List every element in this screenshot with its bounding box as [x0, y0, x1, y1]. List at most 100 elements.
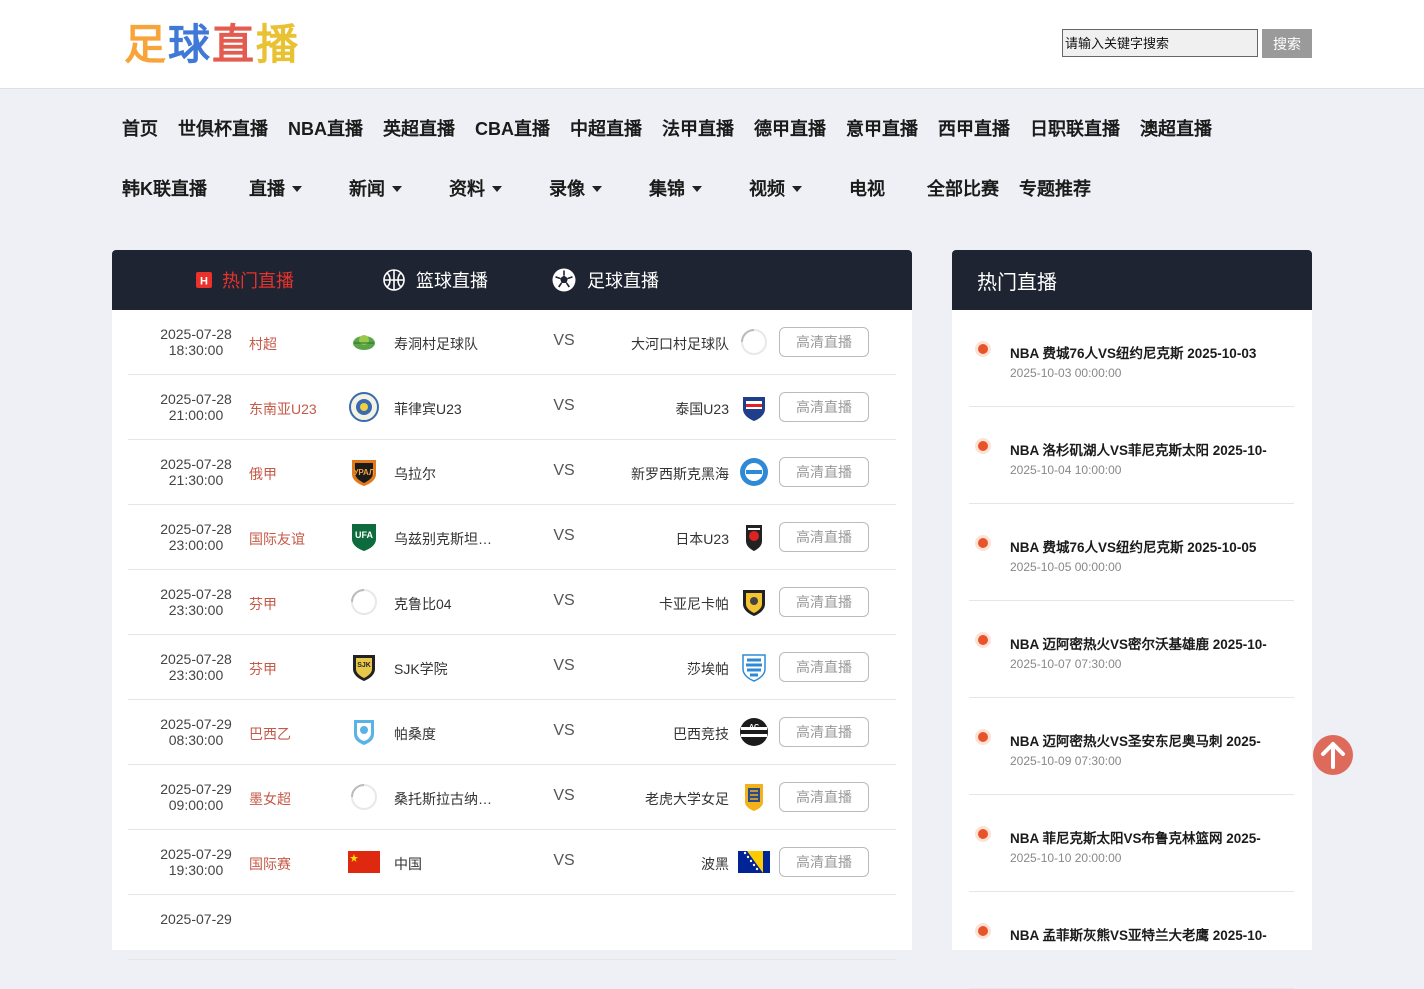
- league-link[interactable]: 东南亚U23: [249, 399, 317, 419]
- caret-down-icon: [592, 186, 602, 192]
- league-link[interactable]: 国际赛: [249, 854, 291, 874]
- nav-label: 专题推荐: [1019, 179, 1091, 199]
- match-time: 09:00:00: [168, 797, 224, 813]
- nav-link[interactable]: 澳超直播: [1140, 115, 1212, 141]
- vs-label: VS: [553, 527, 575, 544]
- match-time: 21:30:00: [168, 472, 224, 488]
- tab-hot-live[interactable]: H 热门直播: [196, 250, 294, 310]
- nav-link[interactable]: 英超直播: [383, 115, 455, 141]
- match-datetime: 2025-07-28 21:30:00: [128, 456, 264, 488]
- hot-live-item[interactable]: NBA 孟菲斯灰熊VS亚特兰大老鹰 2025-10-: [969, 892, 1294, 989]
- hd-live-button[interactable]: 高清直播: [779, 847, 869, 877]
- vs-label: VS: [553, 852, 575, 869]
- match-date: 2025-07-29: [160, 716, 232, 732]
- tab-football[interactable]: 足球直播: [551, 250, 659, 310]
- search-input[interactable]: [1062, 29, 1258, 57]
- nav-link[interactable]: 首页: [122, 115, 158, 141]
- nav-label: 资料: [449, 179, 485, 199]
- nav-dropdown[interactable]: 新闻: [349, 175, 449, 201]
- match-date: 2025-07-29: [160, 846, 232, 862]
- hot-live-title: NBA 菲尼克斯太阳VS布鲁克林篮网 2025-: [1010, 831, 1261, 846]
- caret-down-icon: [292, 186, 302, 192]
- nav-link[interactable]: 韩K联直播: [122, 175, 249, 201]
- nav-label: 录像: [549, 179, 585, 199]
- nav-label: 全部比赛: [927, 179, 999, 199]
- match-date: 2025-07-28: [160, 651, 232, 667]
- match-tabs: H 热门直播 篮球直播 足球直播: [112, 250, 912, 310]
- match-row: 2025-07-29: [128, 895, 896, 960]
- match-row: 2025-07-29 08:30:00 巴西乙 帕桑度 VS 巴西竞技 AC 高清直播: [128, 700, 896, 765]
- league-link[interactable]: 芬甲: [249, 659, 277, 679]
- nav-dropdown[interactable]: 录像: [549, 175, 649, 201]
- nav-link[interactable]: 中超直播: [570, 115, 642, 141]
- nav-dropdown[interactable]: 视频: [749, 175, 849, 201]
- nav-link[interactable]: NBA直播: [288, 115, 363, 141]
- home-team-name: 桑托斯拉古纳女足: [394, 791, 494, 807]
- home-team-name: 菲律宾U23: [394, 401, 462, 417]
- league-link[interactable]: 村超: [249, 334, 277, 354]
- hd-live-button[interactable]: 高清直播: [779, 392, 869, 422]
- hot-live-item[interactable]: NBA 洛杉矶湖人VS菲尼克斯太阳 2025-10- 2025-10-04 10:…: [969, 407, 1294, 504]
- hot-live-item[interactable]: NBA 费城76人VS纽约尼克斯 2025-10-05 2025-10-05 00…: [969, 504, 1294, 601]
- match-date: 2025-07-29: [160, 781, 232, 797]
- nav-link[interactable]: 电视: [849, 175, 927, 201]
- home-team-logo: [348, 586, 380, 618]
- hd-live-button[interactable]: 高清直播: [779, 652, 869, 682]
- nav-link[interactable]: CBA直播: [475, 115, 550, 141]
- match-row: 2025-07-28 23:00:00 国际友谊 UFA 乌兹别克斯坦U23 VS 日本U2…: [128, 505, 896, 570]
- hd-live-button[interactable]: 高清直播: [779, 782, 869, 812]
- tab-label: 篮球直播: [416, 271, 488, 291]
- match-date: 2025-07-28: [160, 521, 232, 537]
- league-link[interactable]: 墨女超: [249, 789, 291, 809]
- hd-live-button[interactable]: 高清直播: [779, 587, 869, 617]
- hd-live-button[interactable]: 高清直播: [779, 457, 869, 487]
- league-link[interactable]: 巴西乙: [249, 724, 291, 744]
- hot-live-title: NBA 迈阿密热火VS圣安东尼奥马刺 2025-: [1010, 734, 1261, 749]
- hd-live-button[interactable]: 高清直播: [779, 717, 869, 747]
- nav-link[interactable]: 世俱杯直播: [178, 115, 268, 141]
- league-link[interactable]: 国际友谊: [249, 529, 305, 549]
- match-time: 18:30:00: [168, 342, 224, 358]
- hot-live-item[interactable]: NBA 迈阿密热火VS密尔沃基雄鹿 2025-10- 2025-10-07 07:…: [969, 601, 1294, 698]
- nav-dropdown[interactable]: 资料: [449, 175, 549, 201]
- league-link[interactable]: 芬甲: [249, 594, 277, 614]
- nav-dropdown[interactable]: 直播: [249, 175, 349, 201]
- football-icon: [551, 267, 577, 293]
- match-row: 2025-07-28 18:30:00 村超 寿洞村足球队 VS 大河口村足球队 高清直播: [128, 310, 896, 375]
- tab-basketball[interactable]: 篮球直播: [382, 250, 488, 310]
- nav-link[interactable]: 西甲直播: [938, 115, 1010, 141]
- hot-live-item[interactable]: NBA 费城76人VS纽约尼克斯 2025-10-03 2025-10-03 00…: [969, 310, 1294, 407]
- caret-down-icon: [792, 186, 802, 192]
- nav-label: 直播: [249, 179, 285, 199]
- nav-dropdown[interactable]: 集锦: [649, 175, 749, 201]
- live-dot-icon: [978, 732, 988, 742]
- match-time: 08:30:00: [168, 732, 224, 748]
- nav-link[interactable]: 日职联直播: [1030, 115, 1120, 141]
- nav-link[interactable]: 法甲直播: [662, 115, 734, 141]
- nav-link[interactable]: 德甲直播: [754, 115, 826, 141]
- nav-link[interactable]: 意甲直播: [846, 115, 918, 141]
- league-link[interactable]: 俄甲: [249, 464, 277, 484]
- live-dot-icon: [978, 635, 988, 645]
- away-team-logo: [738, 651, 770, 683]
- vs-label: VS: [553, 657, 575, 674]
- hot-live-time: 2025-10-04 10:00:00: [1010, 463, 1122, 477]
- hd-live-button[interactable]: 高清直播: [779, 327, 869, 357]
- hot-live-item[interactable]: NBA 迈阿密热火VS圣安东尼奥马刺 2025- 2025-10-09 07:30…: [969, 698, 1294, 795]
- nav-link[interactable]: 专题推荐: [1019, 175, 1119, 201]
- hd-live-button[interactable]: 高清直播: [779, 522, 869, 552]
- back-to-top-button[interactable]: [1313, 735, 1353, 775]
- nav-link[interactable]: 全部比赛: [927, 175, 1019, 201]
- svg-text:UFA: UFA: [355, 530, 374, 540]
- away-team-name: 波黑: [701, 856, 729, 872]
- away-team-logo: [738, 781, 770, 813]
- match-row: 2025-07-28 21:00:00 东南亚U23 菲律宾U23 VS 泰国U23 高清直…: [128, 375, 896, 440]
- match-datetime: 2025-07-28 21:00:00: [128, 391, 264, 423]
- top-header: 足球直播 搜索: [0, 0, 1424, 89]
- home-team-name: 寿洞村足球队: [394, 336, 478, 352]
- search-button[interactable]: 搜索: [1262, 29, 1312, 58]
- main-nav-primary: 首页 世俱杯直播 NBA直播 英超直播 CBA直播 中超直播 法甲直播 德甲直播 意甲直播 西甲直…: [122, 112, 1232, 144]
- site-logo[interactable]: 足球直播: [124, 20, 300, 70]
- hot-live-item[interactable]: NBA 菲尼克斯太阳VS布鲁克林篮网 2025- 2025-10-10 20:00…: [969, 795, 1294, 892]
- away-team-name: 巴西竞技: [673, 726, 729, 742]
